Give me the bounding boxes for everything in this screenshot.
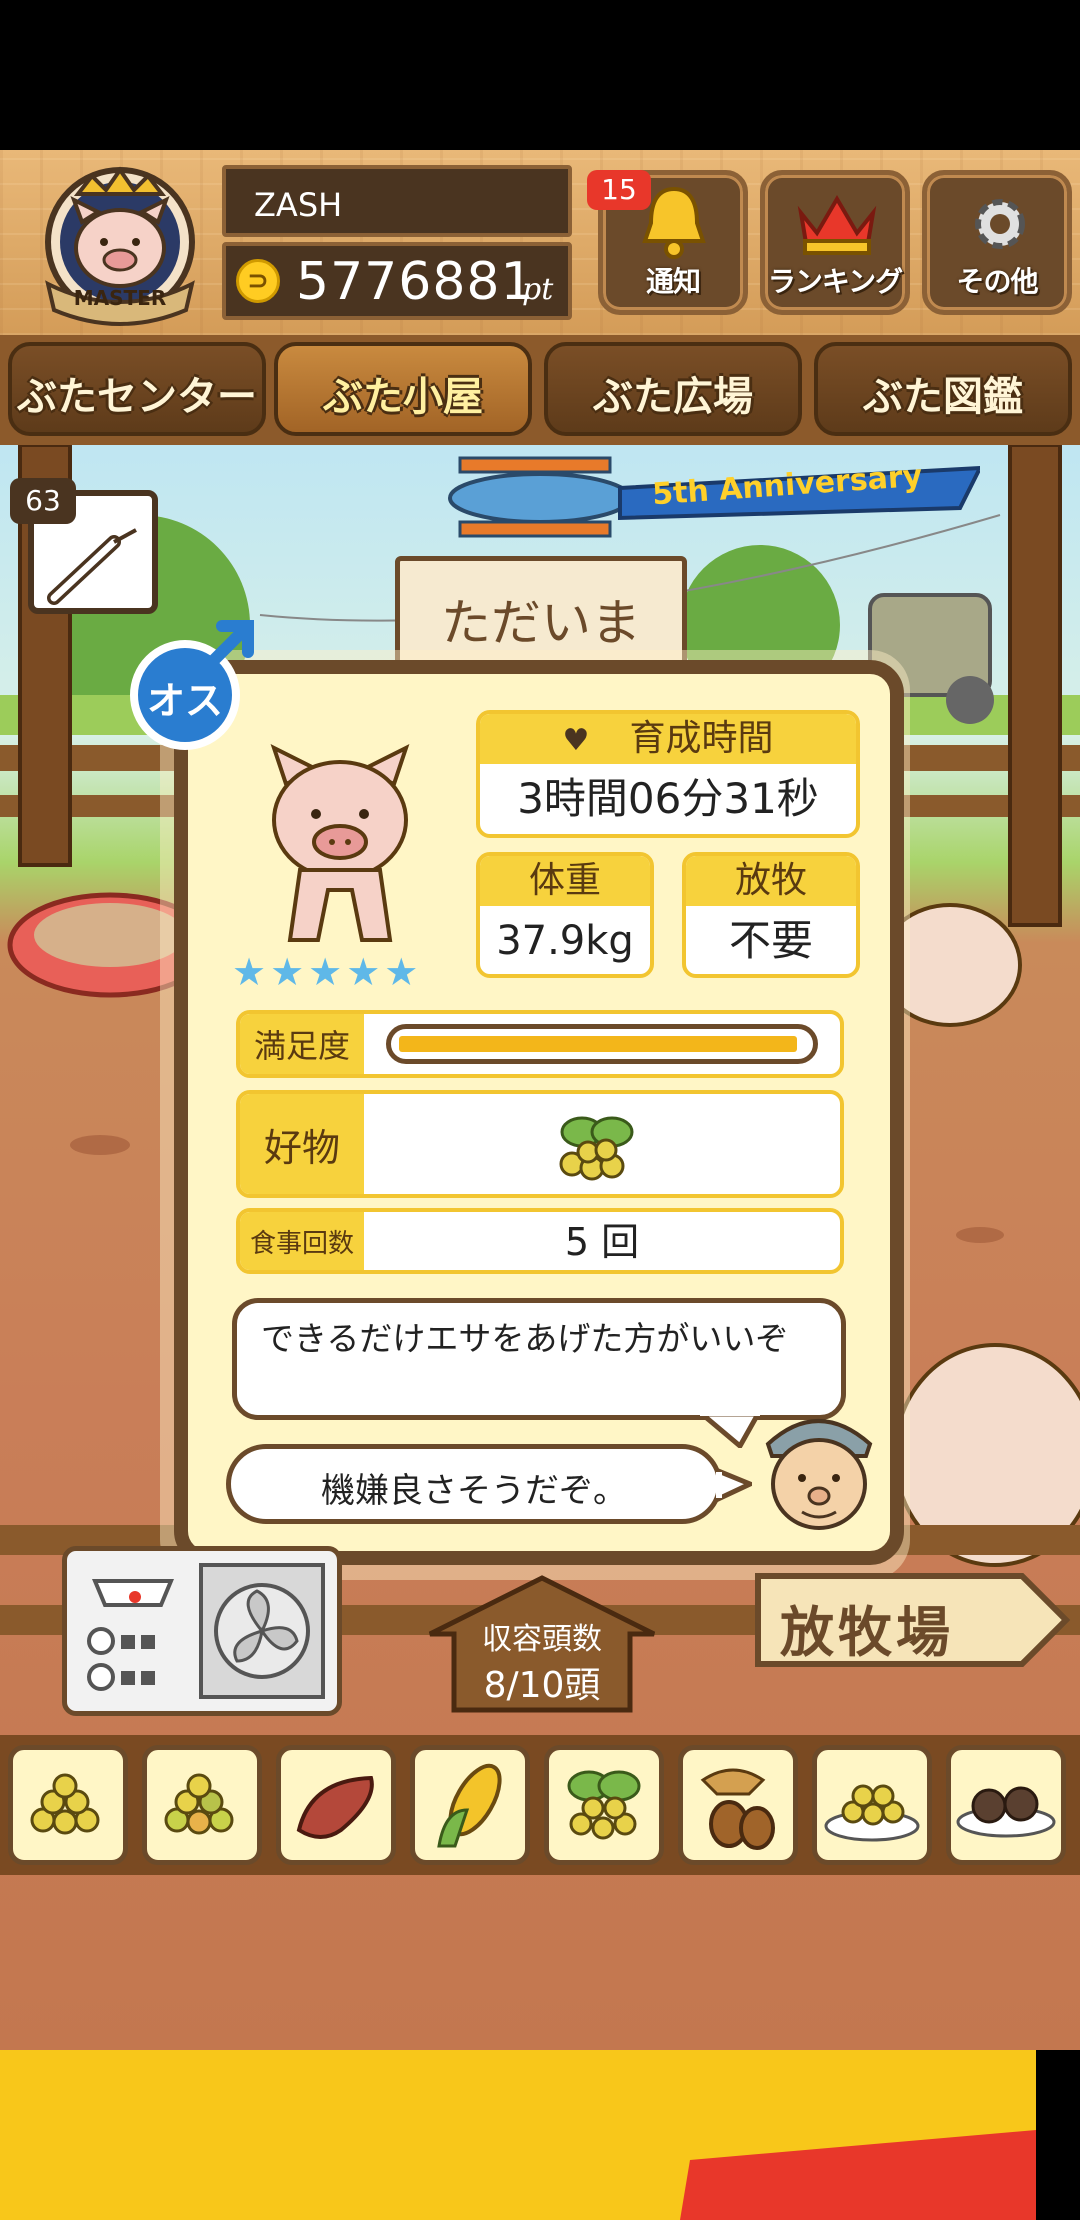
favorite-label: 好物 [240, 1094, 364, 1194]
syringe-icon [47, 528, 137, 605]
raise-time-header: ♥ 育成時間 [480, 714, 856, 764]
sweet-potato-icon [296, 1775, 374, 1839]
pasture-box: 放牧 不要 [682, 852, 860, 978]
satisfaction-label: 満足度 [240, 1014, 364, 1074]
meals-label: 食事回数 [240, 1212, 364, 1270]
player-name: ZASH [222, 165, 572, 237]
pasture-label: 放牧 [686, 856, 856, 906]
points-display: ⊃ 5776881 pt [222, 242, 572, 320]
meals-row: 食事回数 5 回 [236, 1208, 844, 1274]
mood-bubble: 機嫌良さそうだぞ。 [226, 1444, 722, 1524]
grain-icon [30, 1773, 100, 1835]
feed-slot-acorn[interactable] [678, 1745, 798, 1865]
gender-label: オス [146, 679, 223, 723]
notifications-label: 通知 [645, 265, 701, 298]
feed-slot-mixed-grain[interactable] [142, 1745, 262, 1865]
advice-bubble: できるだけエサをあげた方がいいぞ [232, 1298, 846, 1420]
ranking-label: ランキング [767, 265, 903, 298]
weight-label: 体重 [480, 856, 650, 906]
tab-label: ぶた広場 [593, 374, 753, 420]
heart-icon: ♥ [562, 723, 590, 758]
capacity-value: 8/10頭 [483, 1665, 601, 1706]
satisfaction-bar-track [386, 1024, 818, 1064]
master-label: MASTER [73, 286, 167, 310]
feed-slot-corn[interactable] [410, 1745, 530, 1865]
tab-label: ぶた図鑑 [863, 374, 1023, 420]
feed-slot-soybean-leaves[interactable] [544, 1745, 664, 1865]
satisfaction-bar-fill [399, 1036, 797, 1052]
climate-control[interactable] [62, 1546, 342, 1716]
mixed-grain-icon [164, 1773, 234, 1835]
settings-label: その他 [956, 265, 1038, 298]
pasture-sign-text: 放牧場 [780, 1601, 954, 1664]
mood-text: 機嫌良さそうだぞ。 [321, 1471, 627, 1511]
tab-buta-plaza[interactable]: ぶた広場 [544, 342, 802, 436]
ad-banner[interactable] [0, 2050, 1036, 2220]
weight-value: 37.9kg [496, 918, 634, 964]
weight-box: 体重 37.9kg [476, 852, 654, 978]
feed-slot-grain-plate[interactable] [812, 1745, 932, 1865]
tab-buta-barn[interactable]: ぶた小屋 [274, 342, 532, 436]
tab-label: ぶた小屋 [323, 374, 483, 420]
coin-icon: ⊃ [236, 259, 280, 303]
grain-plate-icon [824, 1784, 920, 1842]
ranking-button[interactable]: ランキング [760, 170, 910, 315]
master-badge[interactable]: MASTER [30, 160, 210, 330]
notification-count-badge: 15 [587, 170, 651, 210]
pig-portrait [270, 744, 410, 942]
points-value: 5776881 [296, 252, 535, 312]
raise-time-box: ♥ 育成時間 3時間06分31秒 [476, 710, 860, 838]
pasture-value: 不要 [728, 916, 813, 965]
farmer-avatar [765, 1419, 873, 1530]
meals-value: 5 回 [564, 1220, 640, 1264]
tab-label: ぶたセンター [17, 374, 257, 420]
raise-time-value: 3時間06分31秒 [517, 774, 819, 823]
soybean-leaves-icon [567, 1770, 641, 1840]
gender-badge: オス [130, 620, 254, 750]
syringe-item[interactable]: 63 [10, 478, 158, 618]
capacity-sign: 収容頭数 8/10頭 [424, 1574, 660, 1714]
feed-slot-sweet-potato[interactable] [276, 1745, 396, 1865]
raise-time-label: 育成時間 [629, 718, 774, 759]
feed-slot-truffle-plate[interactable] [946, 1745, 1066, 1865]
thermometer-panel-icon [87, 1579, 174, 1691]
points-unit: pt [522, 272, 554, 307]
fan-icon [199, 1563, 325, 1699]
pig-stars: ★★★★★ [232, 950, 423, 994]
satisfaction-row: 満足度 [236, 1010, 844, 1078]
tab-buta-encyclopedia[interactable]: ぶた図鑑 [814, 342, 1072, 436]
tab-buta-center[interactable]: ぶたセンター [8, 342, 266, 436]
welcome-text: ただいま [441, 594, 641, 652]
bubble-tail [700, 1412, 760, 1448]
favorite-row: 好物 [236, 1090, 844, 1198]
soybean-leaves-icon [559, 1116, 634, 1181]
settings-button[interactable]: その他 [922, 170, 1072, 315]
syringe-count: 63 [10, 478, 76, 524]
advice-text: できるだけエサをあげた方がいいぞ [261, 1319, 789, 1358]
truffle-plate-icon [956, 1786, 1056, 1838]
anniversary-banner: 5th Anniversary [420, 448, 980, 558]
pasture-sign-button[interactable]: 放牧場 [752, 1570, 1072, 1670]
crown-icon [797, 195, 877, 255]
bubble-tail [716, 1467, 752, 1503]
capacity-label: 収容頭数 [482, 1622, 602, 1657]
gear-icon [975, 199, 1025, 249]
status-bar [0, 0, 1080, 150]
corn-icon [437, 1763, 502, 1848]
acorn-icon [700, 1768, 775, 1850]
feed-slot-grain[interactable] [8, 1745, 128, 1865]
